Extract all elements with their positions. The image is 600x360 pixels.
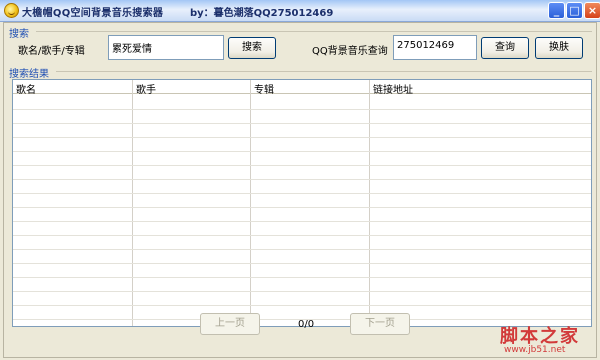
row-gridline — [13, 193, 591, 194]
column-header-link[interactable]: 链接地址 — [370, 81, 413, 96]
title-bar[interactable]: 大檐帽QQ空间背景音乐搜索器 by：暮色潮落QQ275012469 _ □ × — [0, 0, 600, 22]
skin-button[interactable]: 换肤 — [535, 37, 583, 59]
close-button[interactable]: × — [584, 2, 600, 19]
maximize-button[interactable]: □ — [566, 2, 583, 19]
search-group-line — [36, 31, 592, 32]
search-section-label: 搜索 — [9, 29, 29, 40]
row-gridline — [13, 249, 591, 250]
minimize-button[interactable]: _ — [548, 2, 565, 19]
row-gridline — [13, 291, 591, 292]
row-gridline — [13, 179, 591, 180]
row-gridline — [13, 221, 591, 222]
row-gridline — [13, 137, 591, 138]
song-search-input[interactable]: 累死爱情 — [108, 35, 224, 60]
column-divider[interactable] — [250, 80, 251, 326]
results-table[interactable]: 歌名 歌手 专辑 链接地址 — [12, 79, 592, 327]
table-header: 歌名 歌手 专辑 链接地址 — [13, 80, 591, 96]
row-gridline — [13, 263, 591, 264]
row-gridline — [13, 277, 591, 278]
window-title: 大檐帽QQ空间背景音乐搜索器 — [22, 8, 164, 19]
qq-query-label: QQ背景音乐查询 — [312, 46, 388, 57]
client-area: 搜索 歌名/歌手/专辑 累死爱情 搜索 QQ背景音乐查询 275012469 查… — [3, 22, 597, 358]
results-section-label: 搜索结果 — [9, 69, 49, 80]
next-page-button[interactable]: 下一页 — [350, 313, 410, 335]
row-gridline — [13, 165, 591, 166]
column-divider[interactable] — [369, 80, 370, 326]
row-gridline — [13, 123, 591, 124]
column-header-album[interactable]: 专辑 — [251, 81, 274, 96]
prev-page-button[interactable]: 上一页 — [200, 313, 260, 335]
column-divider[interactable] — [132, 80, 133, 326]
column-header-song[interactable]: 歌名 — [13, 81, 36, 96]
row-gridline — [13, 305, 591, 306]
column-header-singer[interactable]: 歌手 — [133, 81, 156, 96]
qq-number-input[interactable]: 275012469 — [393, 35, 477, 60]
song-field-label: 歌名/歌手/专辑 — [18, 46, 85, 57]
row-gridline — [13, 235, 591, 236]
app-window: 大檐帽QQ空间背景音乐搜索器 by：暮色潮落QQ275012469 _ □ × … — [0, 0, 600, 360]
page-indicator: 0/0 — [298, 319, 315, 330]
row-gridline — [13, 207, 591, 208]
window-credit: by：暮色潮落QQ275012469 — [190, 8, 334, 19]
search-button[interactable]: 搜索 — [228, 37, 276, 59]
row-gridline — [13, 109, 591, 110]
query-button[interactable]: 查询 — [481, 37, 529, 59]
row-gridline — [13, 151, 591, 152]
site-watermark-url: www.jb51.net — [504, 345, 566, 355]
smiley-app-icon — [4, 3, 19, 18]
results-group-line — [56, 71, 592, 72]
